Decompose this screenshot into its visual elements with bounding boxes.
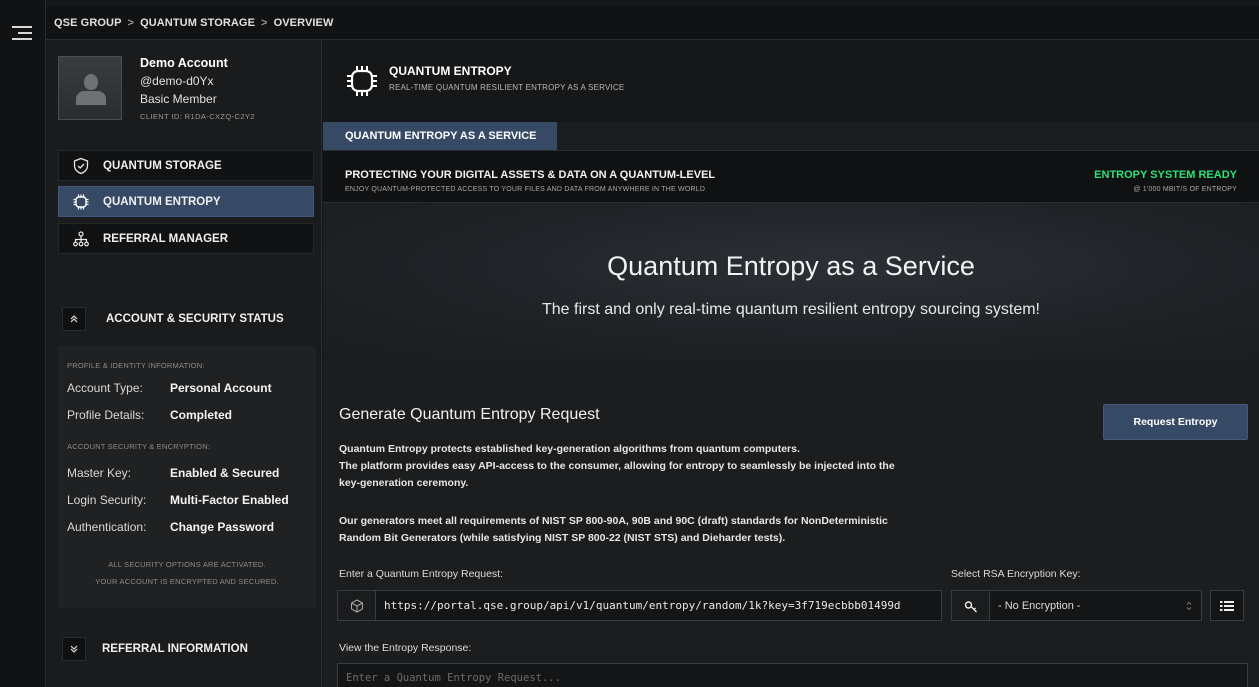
selected-option: - No Encryption - bbox=[998, 599, 1081, 612]
user-silhouette-icon bbox=[84, 74, 98, 90]
system-status-badge: ENTROPY SYSTEM READY bbox=[1094, 169, 1237, 181]
tab-quantum-entropy-as-a-service[interactable]: QUANTUM ENTROPY AS A SERVICE bbox=[323, 122, 557, 150]
page-subtitle: REAL-TIME QUANTUM RESILIENT ENTROPY AS A… bbox=[389, 83, 625, 92]
breadcrumb-item-storage[interactable]: QUANTUM STORAGE bbox=[140, 17, 255, 29]
page-header: QUANTUM ENTROPY REAL-TIME QUANTUM RESILI… bbox=[323, 40, 1259, 122]
account-type-label: Account Type: bbox=[67, 381, 143, 395]
status-subline: ENJOY QUANTUM-PROTECTED ACCESS TO YOUR F… bbox=[345, 186, 706, 193]
profile-card: Demo Account @demo-d0Yx Basic Member CLI… bbox=[58, 54, 316, 134]
key-list-button[interactable] bbox=[1210, 590, 1244, 621]
identity-caption: PROFILE & IDENTITY INFORMATION: bbox=[67, 361, 205, 370]
chip-icon bbox=[59, 193, 103, 211]
sidebar-item-quantum-entropy[interactable]: QUANTUM ENTROPY bbox=[58, 186, 314, 217]
expand-chevron-down-icon[interactable] bbox=[62, 637, 86, 661]
hero-subtitle: The first and only real-time quantum res… bbox=[542, 301, 1040, 318]
sidebar-item-label: QUANTUM STORAGE bbox=[103, 159, 222, 172]
security-caption: ACCOUNT SECURITY & ENCRYPTION: bbox=[67, 442, 211, 451]
chip-icon bbox=[345, 64, 379, 103]
master-key-label: Master Key: bbox=[67, 466, 132, 480]
left-rail bbox=[0, 0, 46, 687]
sidebar-item-quantum-storage[interactable]: QUANTUM STORAGE bbox=[58, 150, 314, 181]
entropy-response-output[interactable]: Enter a Quantum Entropy Request... bbox=[337, 663, 1248, 687]
security-status-panel: PROFILE & IDENTITY INFORMATION: Account … bbox=[58, 346, 316, 608]
key-icon bbox=[952, 591, 990, 620]
sidebar-item-label: REFERRAL MANAGER bbox=[103, 232, 229, 245]
sidebar-item-referral-manager[interactable]: REFERRAL MANAGER bbox=[58, 223, 314, 254]
description-line: The platform provides easy API-access to… bbox=[339, 460, 895, 472]
menu-icon[interactable] bbox=[12, 26, 32, 42]
login-security-value: Multi-Factor Enabled bbox=[170, 493, 289, 507]
profile-details-value: Completed bbox=[170, 408, 233, 422]
client-id: CLIENT ID: R1DA-CXZQ-C2Y2 bbox=[140, 112, 255, 121]
response-label: View the Entropy Response: bbox=[339, 642, 472, 654]
breadcrumb-separator: > bbox=[127, 16, 135, 29]
status-headline: PROTECTING YOUR DIGITAL ASSETS & DATA ON… bbox=[345, 169, 716, 181]
standards-line: Our generators meet all requirements of … bbox=[339, 515, 888, 527]
profile-handle: @demo-d0Yx bbox=[140, 74, 214, 88]
request-form: Generate Quantum Entropy Request Request… bbox=[323, 361, 1259, 687]
select-caret-icon bbox=[1186, 601, 1192, 610]
app-window: QSE GROUP > QUANTUM STORAGE > OVERVIEW D… bbox=[0, 0, 1259, 687]
cube-icon bbox=[338, 591, 376, 620]
network-icon bbox=[59, 230, 103, 248]
section-title: REFERRAL INFORMATION bbox=[102, 643, 248, 655]
hero-title: Quantum Entropy as a Service bbox=[607, 251, 975, 281]
button-label: Request Entropy bbox=[1133, 416, 1218, 428]
breadcrumb-separator: > bbox=[261, 16, 268, 29]
security-note-line-1: ALL SECURITY OPTIONS ARE ACTIVATED. bbox=[108, 560, 266, 569]
change-password-link[interactable]: Change Password bbox=[170, 520, 274, 534]
authentication-label: Authentication: bbox=[67, 520, 147, 534]
breadcrumb: QSE GROUP > QUANTUM STORAGE > OVERVIEW bbox=[46, 6, 1259, 40]
breadcrumb-item-overview: OVERVIEW bbox=[273, 16, 334, 29]
hero-banner: Quantum Entropy as a Service The first a… bbox=[323, 203, 1259, 361]
tab-label: QUANTUM ENTROPY AS A SERVICE bbox=[345, 130, 537, 142]
status-bar: PROTECTING YOUR DIGITAL ASSETS & DATA ON… bbox=[323, 150, 1259, 203]
description-line: Quantum Entropy protects established key… bbox=[339, 443, 800, 455]
login-security-label: Login Security: bbox=[67, 493, 147, 507]
rsa-key-label: Select RSA Encryption Key: bbox=[951, 568, 1081, 580]
master-key-value: Enabled & Secured bbox=[170, 466, 280, 480]
description-line: key-generation ceremony. bbox=[339, 477, 469, 489]
request-title: Generate Quantum Entropy Request bbox=[339, 406, 600, 423]
page-title: QUANTUM ENTROPY bbox=[389, 64, 512, 78]
referral-section-header[interactable]: REFERRAL INFORMATION bbox=[58, 632, 316, 666]
rsa-key-select-group: - No Encryption - bbox=[951, 590, 1202, 621]
request-input-group bbox=[337, 590, 942, 621]
security-section-header[interactable]: ACCOUNT & SECURITY STATUS bbox=[58, 302, 316, 336]
rsa-key-select[interactable]: - No Encryption - bbox=[990, 591, 1201, 620]
account-type-value: Personal Account bbox=[170, 381, 272, 395]
entropy-request-input[interactable] bbox=[376, 591, 941, 620]
sidebar: Demo Account @demo-d0Yx Basic Member CLI… bbox=[46, 40, 322, 687]
entropy-rate: @ 1'000 MBIT/S OF ENTROPY bbox=[1133, 186, 1237, 193]
standards-line: Random Bit Generators (while satisfying … bbox=[339, 532, 786, 544]
list-icon bbox=[1220, 600, 1234, 611]
membership-tier: Basic Member bbox=[140, 92, 217, 106]
profile-name: Demo Account bbox=[140, 56, 228, 70]
profile-details-label: Profile Details: bbox=[67, 408, 145, 422]
avatar[interactable] bbox=[58, 56, 122, 120]
security-note-line-2: YOUR ACCOUNT IS ENCRYPTED AND SECURED. bbox=[95, 577, 279, 586]
sidebar-item-label: QUANTUM ENTROPY bbox=[103, 195, 221, 208]
request-entropy-button[interactable]: Request Entropy bbox=[1103, 404, 1248, 440]
main-content: QUANTUM ENTROPY REAL-TIME QUANTUM RESILI… bbox=[323, 40, 1259, 687]
shield-icon bbox=[59, 157, 103, 175]
breadcrumb-item-group[interactable]: QSE GROUP bbox=[54, 17, 122, 29]
section-title: ACCOUNT & SECURITY STATUS bbox=[106, 313, 284, 325]
request-input-label: Enter a Quantum Entropy Request: bbox=[339, 568, 504, 580]
collapse-chevron-up-icon[interactable] bbox=[62, 307, 86, 331]
